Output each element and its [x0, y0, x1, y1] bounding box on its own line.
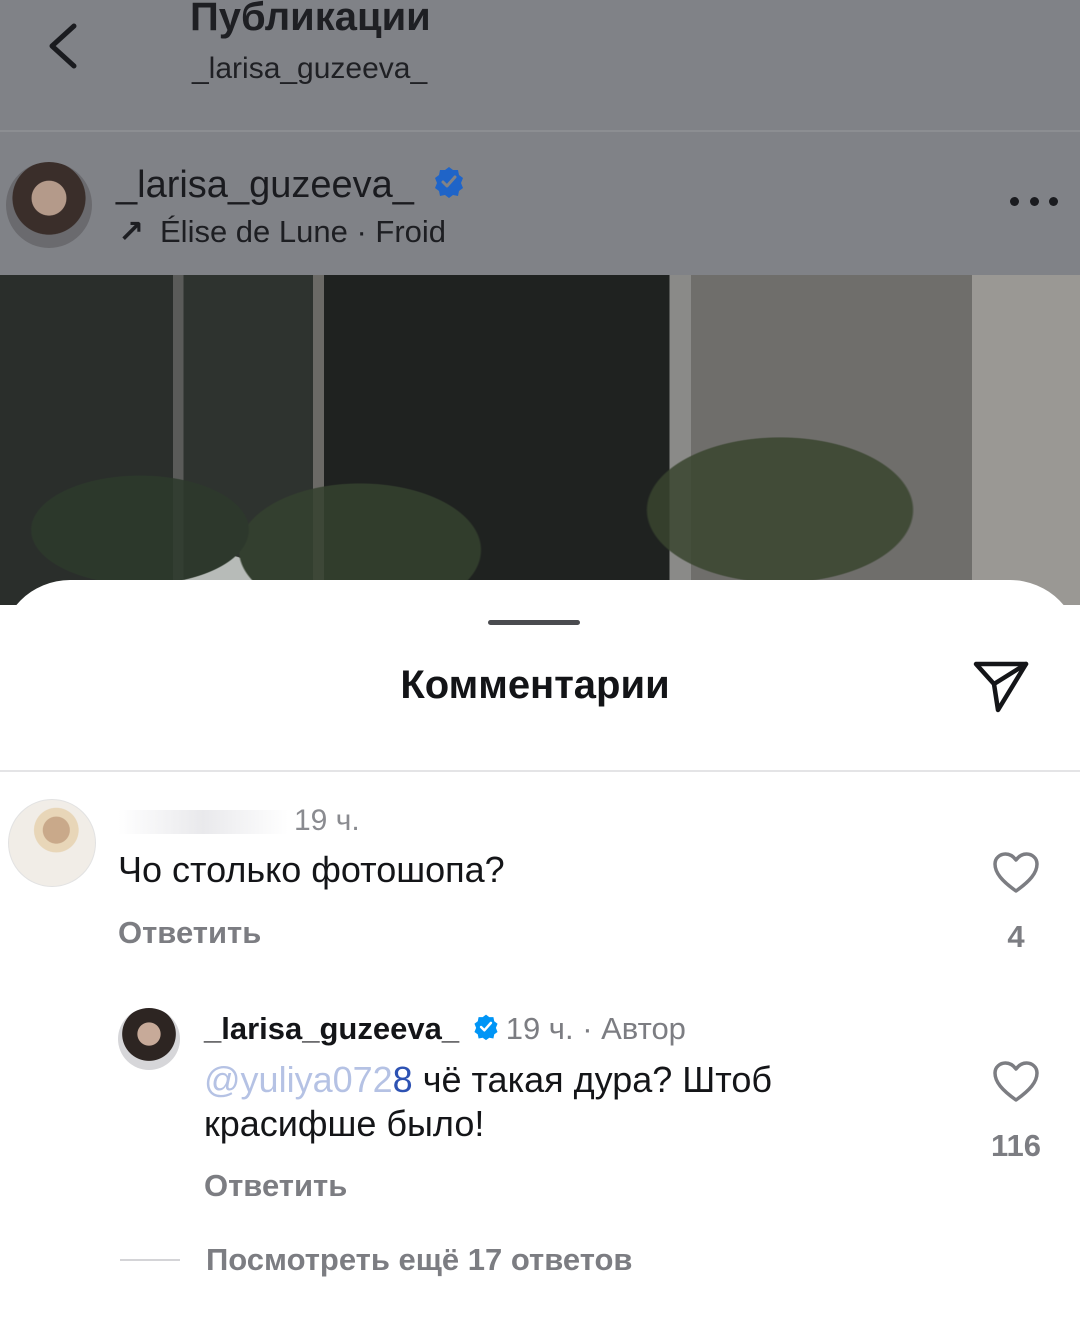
more-options-button[interactable]: [1010, 187, 1058, 215]
post-photo-foliage: [0, 330, 1080, 600]
page-title: Публикации: [190, 0, 431, 39]
like-count: 4: [1007, 919, 1025, 954]
reply-button[interactable]: Ответить: [204, 1166, 347, 1206]
page-subtitle: _larisa_guzeeva_: [192, 52, 428, 85]
heart-icon: [993, 852, 1039, 893]
like-count: 116: [990, 1128, 1041, 1163]
post-username-row[interactable]: _larisa_guzeeva_: [116, 162, 466, 210]
top-bar: Публикации _larisa_guzeeva_: [0, 0, 1080, 130]
author-avatar[interactable]: [118, 1008, 180, 1070]
arrow-up-right-icon: ↗: [118, 214, 144, 249]
comments-sheet: Комментарии: [0, 580, 1080, 1340]
comment-text: Чо столько фотошопа?: [118, 849, 505, 890]
view-more-replies-label[interactable]: Посмотреть ещё 17 ответов: [206, 1240, 632, 1280]
mention-link[interactable]: @yuliya072: [204, 1059, 393, 1100]
replies-connector-line: [120, 1259, 180, 1261]
post-audio[interactable]: ↗ Élise de Lune · Froid: [118, 212, 446, 252]
like-button[interactable]: [992, 1060, 1040, 1104]
comment-time: 19 ч.: [505, 1011, 574, 1046]
back-button[interactable]: [30, 10, 100, 80]
sheet-grabber-handle[interactable]: [488, 620, 580, 625]
sheet-title: Комментарии: [400, 663, 670, 707]
share-button[interactable]: [968, 652, 1034, 718]
post-username[interactable]: _larisa_guzeeva_: [116, 164, 414, 206]
sheet-divider: [0, 770, 1080, 772]
avatar[interactable]: [6, 162, 92, 248]
audio-label: Élise de Lune · Froid: [160, 214, 447, 249]
comment-meta: _larisa_guzeeva_ 19 ч. · Автор: [204, 1008, 686, 1052]
like-button[interactable]: [992, 851, 1040, 895]
comment-username[interactable]: _larisa_guzeeva_: [204, 1011, 459, 1046]
mention-link-end[interactable]: 8: [393, 1059, 413, 1100]
dot-icon: [1029, 196, 1039, 206]
comment-text: @yuliya0728 чё такая дура? Штоб красифше…: [204, 1058, 904, 1146]
reply-button[interactable]: Ответить: [118, 913, 261, 953]
chevron-left-icon: [49, 23, 77, 69]
verified-badge-icon: [432, 164, 466, 210]
comment-meta: 19 ч.: [118, 801, 360, 841]
commenter-avatar[interactable]: [8, 799, 96, 887]
author-label: · Автор: [582, 1011, 686, 1046]
dot-icon: [1049, 196, 1058, 206]
verified-badge-icon: [472, 1010, 500, 1052]
paper-plane-icon: [973, 661, 1029, 713]
view-more-replies[interactable]: Посмотреть ещё 17 ответов: [120, 1238, 820, 1282]
post-header: _larisa_guzeeva_ ↗ Élise de Lune · Froid: [0, 132, 1080, 275]
dot-icon: [1010, 196, 1019, 206]
heart-icon: [993, 1061, 1039, 1102]
comment-time: 19 ч.: [294, 804, 360, 837]
redacted-username: [118, 810, 288, 835]
